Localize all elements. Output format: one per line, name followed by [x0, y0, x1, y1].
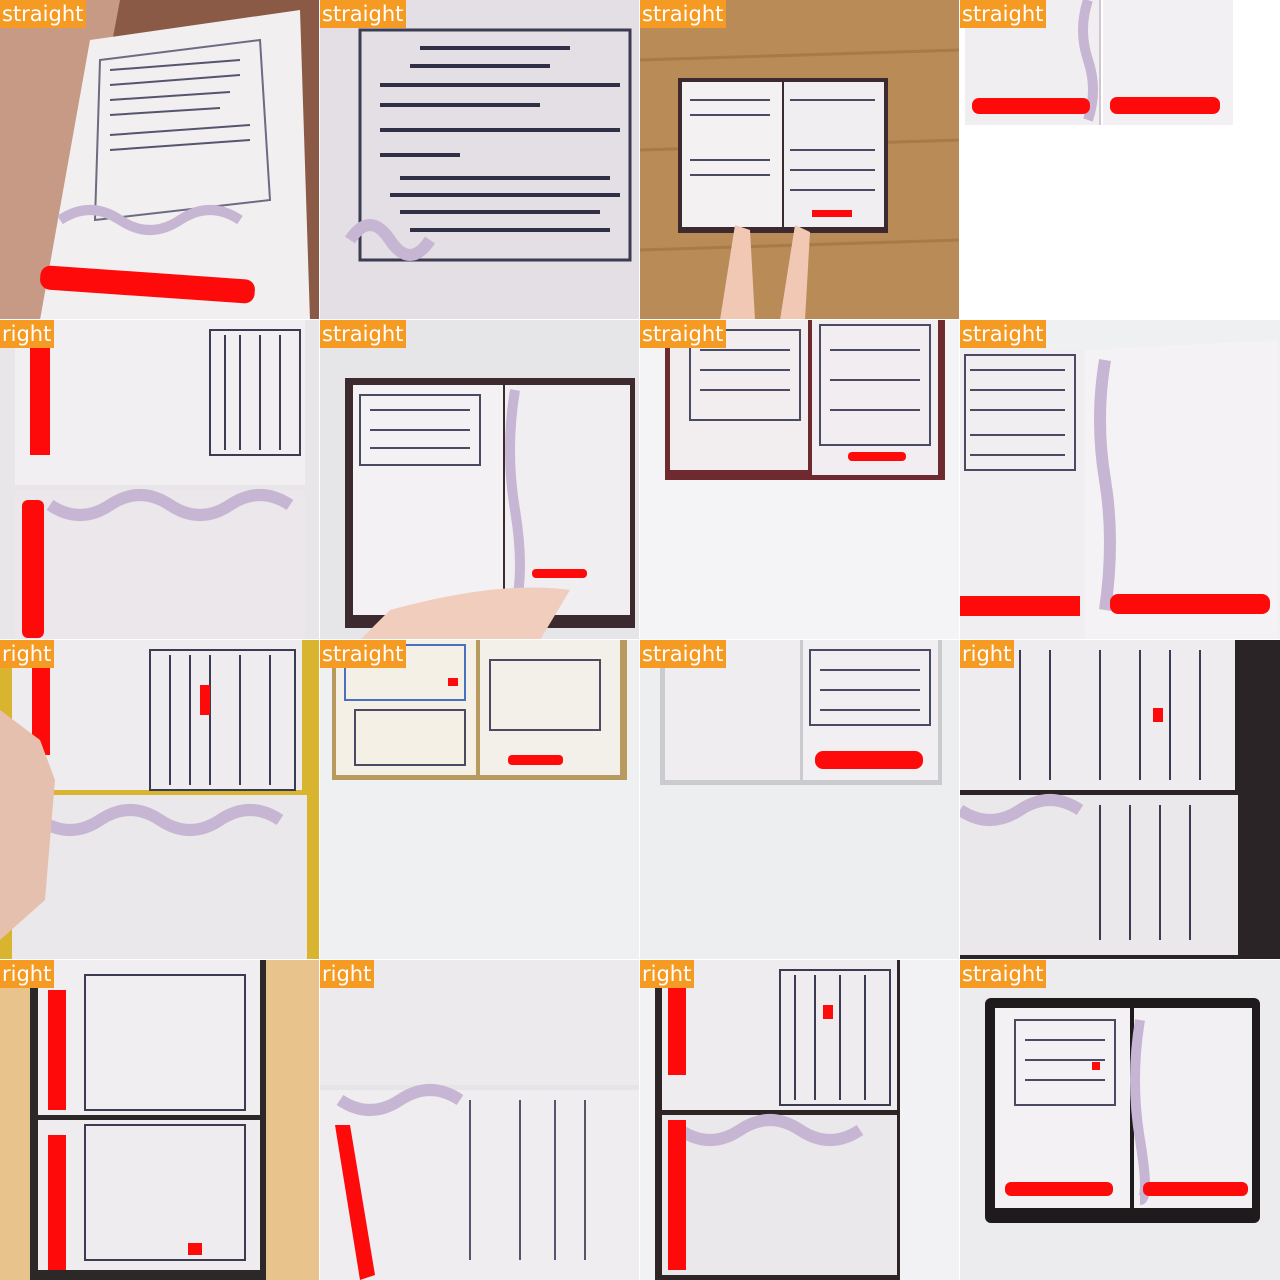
passport-photo	[640, 960, 960, 1280]
grid-tile: right	[639, 959, 961, 1280]
grid-tile: straight	[639, 639, 961, 961]
orientation-label: straight	[0, 0, 87, 28]
passport-photo	[0, 0, 320, 320]
passport-photo	[960, 0, 1280, 320]
orientation-label: straight	[320, 320, 407, 348]
passport-photo	[320, 960, 640, 1280]
orientation-label: right	[0, 960, 55, 988]
passport-photo	[0, 320, 320, 640]
orientation-label: right	[320, 960, 375, 988]
passport-photo	[640, 320, 960, 640]
grid-tile: straight	[319, 639, 641, 961]
passport-photo	[0, 960, 320, 1280]
grid-tile: straight	[319, 0, 641, 321]
orientation-label: straight	[960, 960, 1047, 988]
grid-tile: straight	[959, 959, 1280, 1280]
grid-tile: right	[319, 959, 641, 1280]
grid-tile: straight	[0, 0, 321, 321]
orientation-label: right	[0, 320, 55, 348]
passport-photo	[320, 320, 640, 640]
orientation-label: right	[960, 640, 1015, 668]
passport-photo	[320, 0, 640, 320]
grid-tile: straight	[959, 319, 1280, 641]
grid-tile: straight	[639, 319, 961, 641]
grid-tile: right	[0, 639, 321, 961]
passport-photo	[960, 960, 1280, 1280]
image-grid: straight straight straight straight righ…	[0, 0, 1280, 1280]
orientation-label: straight	[960, 320, 1047, 348]
grid-tile: right	[0, 959, 321, 1280]
grid-tile: straight	[319, 319, 641, 641]
passport-photo	[640, 0, 960, 320]
grid-tile: right	[959, 639, 1280, 961]
orientation-label: straight	[320, 0, 407, 28]
grid-tile: straight	[959, 0, 1280, 321]
orientation-label: straight	[960, 0, 1047, 28]
passport-photo	[0, 640, 320, 960]
grid-tile: straight	[639, 0, 961, 321]
orientation-label: straight	[640, 320, 727, 348]
orientation-label: right	[640, 960, 695, 988]
orientation-label: straight	[320, 640, 407, 668]
orientation-label: right	[0, 640, 55, 668]
passport-photo	[320, 640, 640, 960]
orientation-label: straight	[640, 640, 727, 668]
orientation-label: straight	[640, 0, 727, 28]
passport-photo	[640, 640, 960, 960]
passport-photo	[960, 640, 1280, 960]
grid-tile: right	[0, 319, 321, 641]
passport-photo	[960, 320, 1280, 640]
